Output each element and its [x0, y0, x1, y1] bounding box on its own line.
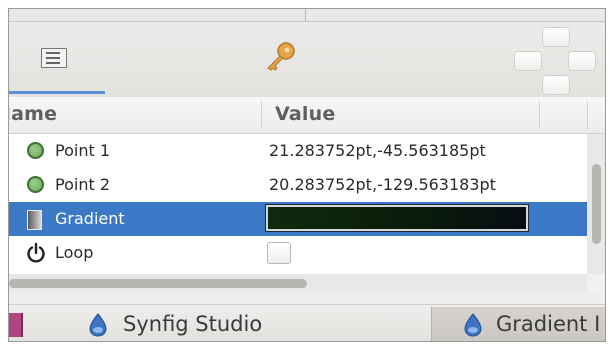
panel-bottom-edge	[9, 292, 605, 305]
param-name: Point 1	[55, 141, 110, 160]
taskbar: Synfig Studio Gradient I	[9, 305, 605, 341]
dock-position-control[interactable]	[514, 27, 596, 97]
scrollbar-thumb[interactable]	[9, 279, 307, 288]
params-table-header: Name Value	[9, 97, 605, 134]
param-row-point1[interactable]: Point 1 21.283752pt,-45.563185pt	[9, 134, 587, 168]
param-row-loop[interactable]: Loop	[9, 236, 587, 270]
tab-keyframes[interactable]	[117, 22, 295, 94]
column-separator[interactable]	[261, 101, 262, 129]
dock-left-button[interactable]	[514, 51, 542, 71]
param-value[interactable]: 20.283752pt,-129.563183pt	[269, 175, 496, 194]
power-icon	[25, 242, 47, 268]
point-circle-icon	[27, 176, 44, 193]
vertical-scrollbar[interactable]	[587, 134, 605, 274]
param-value[interactable]: 21.283752pt,-45.563185pt	[269, 141, 486, 160]
param-row-point2[interactable]: Point 2 20.283752pt,-129.563183pt	[9, 168, 587, 202]
column-separator[interactable]	[539, 101, 540, 129]
taskbar-label: Synfig Studio	[123, 312, 263, 336]
app-icon	[9, 313, 23, 337]
synfig-icon	[462, 313, 484, 341]
column-header-value[interactable]: Value	[275, 103, 335, 125]
gradient-swatch[interactable]	[265, 204, 529, 232]
tab-params[interactable]	[9, 22, 105, 94]
gradient-icon	[27, 210, 42, 230]
loop-checkbox[interactable]	[267, 242, 291, 264]
taskbar-item-synfig[interactable]: Synfig Studio	[53, 307, 425, 341]
dock-top-button[interactable]	[542, 27, 570, 47]
point-circle-icon	[27, 142, 44, 159]
params-table: Point 1 21.283752pt,-45.563185pt Point 2…	[9, 134, 587, 274]
param-name: Gradient	[55, 209, 125, 228]
dock-bottom-button[interactable]	[542, 75, 570, 95]
param-name: Loop	[55, 243, 94, 262]
params-panel-window: Name Value Point 1 21.283752pt,-45.56318…	[8, 8, 606, 342]
taskbar-item-app[interactable]	[9, 307, 49, 341]
horizontal-scrollbar[interactable]	[9, 274, 587, 292]
scrollbar-thumb[interactable]	[592, 164, 601, 244]
top-strip	[9, 9, 605, 22]
dock-right-button[interactable]	[568, 51, 596, 71]
synfig-icon	[87, 313, 109, 341]
taskbar-item-gradient[interactable]: Gradient I	[431, 307, 605, 341]
column-separator	[587, 101, 588, 129]
params-panel-icon	[41, 48, 67, 68]
panel-tab-bar	[9, 22, 605, 98]
key-icon	[263, 42, 297, 76]
param-row-gradient[interactable]: Gradient	[9, 202, 587, 236]
taskbar-label: Gradient I	[496, 312, 601, 336]
column-header-name[interactable]: Name	[9, 103, 57, 125]
param-name: Point 2	[55, 175, 110, 194]
